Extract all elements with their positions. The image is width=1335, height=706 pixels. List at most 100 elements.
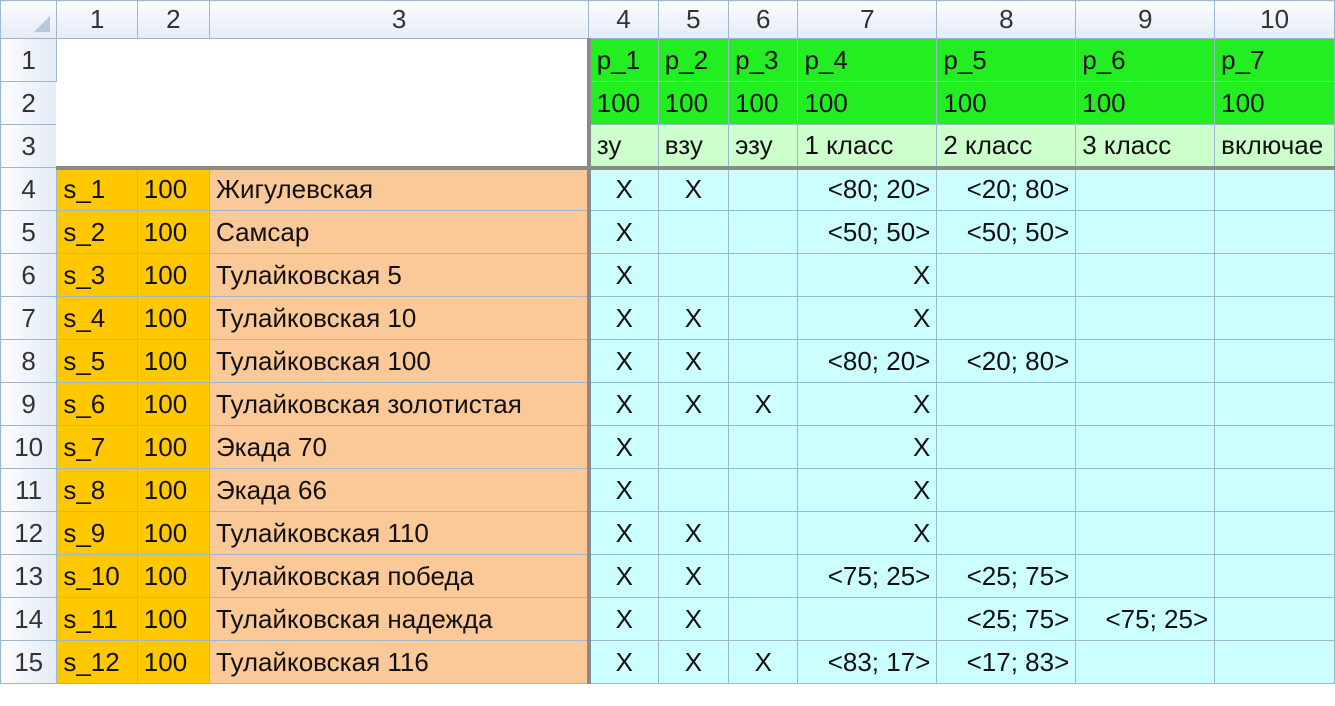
data-cell[interactable]: <50; 50> <box>936 210 1077 254</box>
data-cell[interactable]: X <box>586 425 659 469</box>
data-cell[interactable]: <83; 17> <box>797 640 938 684</box>
data-cell[interactable] <box>1214 339 1335 383</box>
data-cell[interactable] <box>1075 425 1216 469</box>
data-cell[interactable]: X <box>657 165 730 211</box>
column-header-2[interactable]: 2 <box>136 0 211 39</box>
row-header[interactable]: 12 <box>0 511 58 555</box>
sample-value-cell[interactable]: 100 <box>136 597 211 641</box>
sample-value-cell[interactable]: 100 <box>136 339 211 383</box>
row-header[interactable]: 8 <box>0 339 58 383</box>
data-cell[interactable] <box>936 296 1077 340</box>
param-value-cell[interactable]: 100 <box>1075 81 1216 125</box>
data-cell[interactable]: <20; 80> <box>936 165 1077 211</box>
data-cell[interactable]: X <box>657 382 730 426</box>
param-value-cell[interactable]: 100 <box>728 81 799 125</box>
data-cell[interactable]: X <box>728 382 799 426</box>
row-header[interactable]: 14 <box>0 597 58 641</box>
sample-value-cell[interactable]: 100 <box>136 425 211 469</box>
data-cell[interactable] <box>1214 253 1335 297</box>
param-name-cell[interactable]: p_1 <box>586 38 659 82</box>
sample-id-cell[interactable]: s_5 <box>56 339 138 383</box>
sample-id-cell[interactable]: s_2 <box>56 210 138 254</box>
param-name-cell[interactable]: p_5 <box>936 38 1077 82</box>
sample-name-cell[interactable]: Экада 66 <box>209 468 590 512</box>
sample-name-cell[interactable]: Тулайковская победа <box>209 554 590 598</box>
data-cell[interactable] <box>657 253 730 297</box>
data-cell[interactable] <box>728 425 799 469</box>
data-cell[interactable]: X <box>797 253 938 297</box>
data-cell[interactable] <box>1075 554 1216 598</box>
sample-value-cell[interactable]: 100 <box>136 554 211 598</box>
param-name-cell[interactable]: p_3 <box>728 38 799 82</box>
data-cell[interactable]: X <box>586 640 659 684</box>
data-cell[interactable]: <80; 20> <box>797 339 938 383</box>
data-cell[interactable] <box>728 165 799 211</box>
param-desc-cell[interactable]: 2 класс <box>936 124 1077 168</box>
data-cell[interactable] <box>728 597 799 641</box>
data-cell[interactable] <box>1075 165 1216 211</box>
column-header-9[interactable]: 9 <box>1075 0 1216 39</box>
sample-name-cell[interactable]: Экада 70 <box>209 425 590 469</box>
data-cell[interactable] <box>1075 382 1216 426</box>
sample-name-cell[interactable]: Тулайковская надежда <box>209 597 590 641</box>
data-cell[interactable]: X <box>657 554 730 598</box>
param-name-cell[interactable]: p_6 <box>1075 38 1216 82</box>
data-cell[interactable] <box>1075 210 1216 254</box>
sample-name-cell[interactable]: Самсар <box>209 210 590 254</box>
param-value-cell[interactable]: 100 <box>657 81 730 125</box>
sample-id-cell[interactable]: s_8 <box>56 468 138 512</box>
sample-id-cell[interactable]: s_12 <box>56 640 138 684</box>
data-cell[interactable]: X <box>586 339 659 383</box>
param-desc-cell[interactable]: включае <box>1214 124 1335 168</box>
data-cell[interactable]: <20; 80> <box>936 339 1077 383</box>
data-cell[interactable] <box>728 554 799 598</box>
param-desc-cell[interactable]: взу <box>657 124 730 168</box>
data-cell[interactable]: X <box>586 165 659 211</box>
sample-name-cell[interactable]: Тулайковская золотистая <box>209 382 590 426</box>
data-cell[interactable] <box>1214 554 1335 598</box>
row-header[interactable]: 7 <box>0 296 58 340</box>
param-name-cell[interactable]: p_4 <box>797 38 938 82</box>
data-cell[interactable] <box>657 425 730 469</box>
row-header-3[interactable]: 3 <box>0 124 58 168</box>
param-desc-cell[interactable]: 1 класс <box>797 124 938 168</box>
data-cell[interactable]: X <box>728 640 799 684</box>
sample-value-cell[interactable]: 100 <box>136 511 211 555</box>
param-desc-cell[interactable]: эзу <box>728 124 799 168</box>
column-header-10[interactable]: 10 <box>1214 0 1335 39</box>
data-cell[interactable] <box>1075 296 1216 340</box>
data-cell[interactable]: X <box>586 468 659 512</box>
data-cell[interactable]: <50; 50> <box>797 210 938 254</box>
sample-id-cell[interactable]: s_3 <box>56 253 138 297</box>
sample-id-cell[interactable]: s_4 <box>56 296 138 340</box>
row-header[interactable]: 6 <box>0 253 58 297</box>
data-cell[interactable]: X <box>657 597 730 641</box>
data-cell[interactable] <box>1214 511 1335 555</box>
data-cell[interactable] <box>1214 165 1335 211</box>
data-cell[interactable]: X <box>657 640 730 684</box>
data-cell[interactable]: <25; 75> <box>936 597 1077 641</box>
column-header-5[interactable]: 5 <box>657 0 730 39</box>
data-cell[interactable]: <80; 20> <box>797 165 938 211</box>
column-header-4[interactable]: 4 <box>588 0 659 39</box>
data-cell[interactable] <box>1214 296 1335 340</box>
data-cell[interactable]: X <box>586 597 659 641</box>
data-cell[interactable]: X <box>797 511 938 555</box>
data-cell[interactable] <box>936 425 1077 469</box>
data-cell[interactable] <box>657 210 730 254</box>
sample-value-cell[interactable]: 100 <box>136 468 211 512</box>
data-cell[interactable]: X <box>586 210 659 254</box>
data-cell[interactable] <box>728 296 799 340</box>
data-cell[interactable] <box>728 210 799 254</box>
row-header[interactable]: 13 <box>0 554 58 598</box>
data-cell[interactable]: <25; 75> <box>936 554 1077 598</box>
sample-name-cell[interactable]: Тулайковская 10 <box>209 296 590 340</box>
sample-id-cell[interactable]: s_9 <box>56 511 138 555</box>
sample-id-cell[interactable]: s_7 <box>56 425 138 469</box>
sample-value-cell[interactable]: 100 <box>136 165 211 211</box>
data-cell[interactable] <box>1214 382 1335 426</box>
data-cell[interactable]: X <box>586 511 659 555</box>
sample-id-cell[interactable]: s_6 <box>56 382 138 426</box>
data-cell[interactable]: X <box>586 554 659 598</box>
data-cell[interactable] <box>728 468 799 512</box>
